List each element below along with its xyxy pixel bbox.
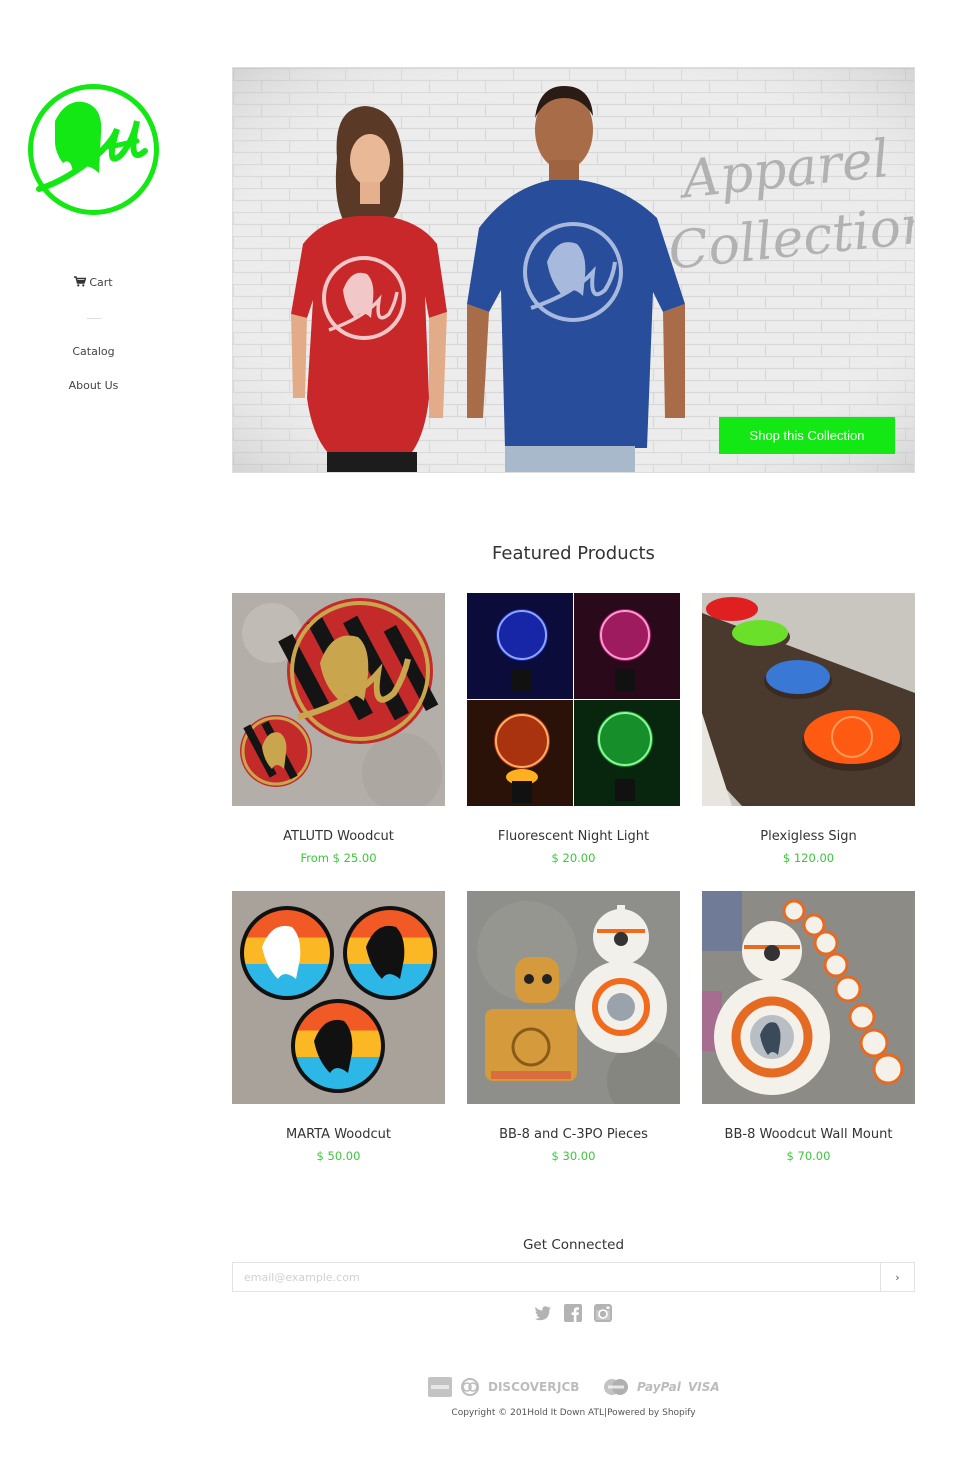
copyright: Copyright © 201Hold It Down ATL|Powered … <box>232 1408 915 1418</box>
subscribe-button[interactable]: › <box>880 1263 914 1291</box>
hero-banner[interactable]: Apparel Collection Shop this Collection <box>232 67 915 473</box>
shop-collection-button[interactable]: Shop this Collection <box>719 417 895 454</box>
product-name[interactable]: ATLUTD Woodcut <box>212 829 465 844</box>
nav-link-catalog[interactable]: Catalog <box>0 345 187 358</box>
product-price: $ 120.00 <box>782 851 835 865</box>
product-image[interactable] <box>232 593 445 806</box>
product-card-bb8-woodcut-wall-mount[interactable]: BB-8 Woodcut Wall Mount $ 70.00 <box>702 891 915 1163</box>
product-price: $ 20.00 <box>551 851 596 865</box>
newsletter-form: › <box>232 1262 915 1292</box>
discover-icon: DISCOVER <box>488 1380 557 1394</box>
nav-divider <box>87 318 101 319</box>
product-price: $ 50.00 <box>316 1149 361 1163</box>
twitter-icon[interactable] <box>534 1304 552 1322</box>
hero-image: Apparel Collection <box>233 68 914 472</box>
nav-link-about-us[interactable]: About Us <box>0 379 187 392</box>
shopping-cart-icon <box>74 276 87 287</box>
paypal-icon: PayPal <box>637 1380 681 1394</box>
shop-name-link[interactable]: Hold It Down ATL <box>527 1408 604 1418</box>
powered-by-link[interactable]: Powered by Shopify <box>607 1408 696 1418</box>
product-image[interactable] <box>467 593 680 806</box>
product-image[interactable] <box>232 891 445 1104</box>
american-express-icon <box>428 1377 452 1397</box>
product-name[interactable]: BB-8 and C-3PO Pieces <box>447 1127 700 1142</box>
copyright-prefix: Copyright © 201 <box>451 1408 528 1418</box>
cart-link[interactable]: Cart <box>0 276 187 289</box>
product-card-bb8-c3po-pieces[interactable]: BB-8 and C-3PO Pieces $ 30.00 <box>467 891 680 1163</box>
product-card-fluorescent-night-light[interactable]: Fluorescent Night Light $ 20.00 <box>467 593 680 865</box>
product-name[interactable]: MARTA Woodcut <box>212 1127 465 1142</box>
product-image[interactable] <box>702 891 915 1104</box>
product-price: From $ 25.00 <box>300 851 377 865</box>
product-name[interactable]: BB-8 Woodcut Wall Mount <box>682 1127 935 1142</box>
diners-club-icon <box>461 1378 479 1396</box>
product-name[interactable]: Plexigless Sign <box>682 829 935 844</box>
product-price: $ 70.00 <box>786 1149 831 1163</box>
mastercard-icon <box>604 1379 628 1395</box>
jcb-icon: JCB <box>557 1380 580 1394</box>
instagram-icon[interactable] <box>594 1304 612 1322</box>
logo[interactable] <box>25 81 162 218</box>
featured-products-title: Featured Products <box>492 543 655 564</box>
product-image[interactable] <box>702 593 915 806</box>
cart-label: Cart <box>89 276 113 289</box>
product-card-atlutd-woodcut[interactable]: ATLUTD Woodcut From $ 25.00 <box>232 593 445 865</box>
product-image[interactable] <box>467 891 680 1104</box>
email-input[interactable] <box>233 1263 881 1291</box>
newsletter-title: Get Connected <box>522 1237 625 1253</box>
product-card-marta-woodcut[interactable]: MARTA Woodcut $ 50.00 <box>232 891 445 1163</box>
product-name[interactable]: Fluorescent Night Light <box>447 829 700 844</box>
product-price: $ 30.00 <box>551 1149 596 1163</box>
facebook-icon[interactable] <box>564 1304 582 1322</box>
visa-icon: VISA <box>688 1380 720 1394</box>
product-card-plexigless-sign[interactable]: Plexigless Sign $ 120.00 <box>702 593 915 865</box>
